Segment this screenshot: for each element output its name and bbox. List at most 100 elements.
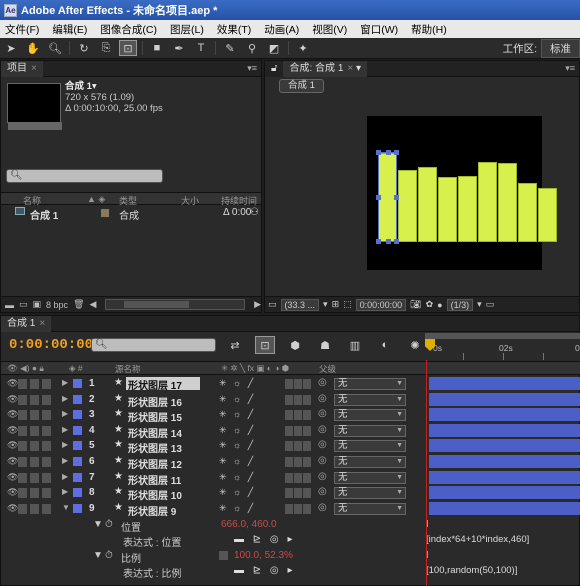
snapshot-icon[interactable]: 📷︎ (410, 299, 421, 310)
comp-mini-flowchart-icon[interactable]: ⇄ (225, 336, 245, 354)
label-color-swatch[interactable] (73, 379, 82, 388)
eye-icon[interactable]: 👁︎ (7, 487, 18, 498)
dropdown-icon[interactable]: ▾ (323, 299, 328, 310)
label-color-swatch[interactable] (73, 410, 82, 420)
parent-select[interactable]: 无 (334, 440, 406, 453)
transform-handle[interactable] (394, 239, 399, 244)
av-switch-boxes[interactable] (18, 394, 54, 405)
menu-help[interactable]: 帮助(H) (406, 22, 455, 37)
shape-layer-bar[interactable] (518, 183, 537, 242)
layer-switches[interactable]: ✳ ☼ ╱ (219, 440, 255, 451)
new-folder-icon[interactable]: ▭ (19, 299, 28, 310)
comp-info-name[interactable]: 合成 1▾ (65, 81, 163, 92)
text-icon[interactable]: T (192, 40, 210, 56)
selection-bounding-box[interactable] (376, 150, 399, 244)
brush-icon[interactable]: ✎ (221, 40, 239, 56)
live-update-icon[interactable]: ⊡ (255, 336, 275, 354)
layer-mode-boxes[interactable] (285, 441, 311, 452)
lock-icon[interactable]: 🔓︎ (265, 60, 284, 77)
eye-icon[interactable]: 👁︎ (7, 440, 18, 451)
menu-animation[interactable]: 动画(A) (259, 22, 307, 37)
label-color-swatch[interactable] (73, 457, 82, 466)
label-color-swatch[interactable] (73, 503, 82, 513)
menu-effect[interactable]: 效果(T) (212, 22, 259, 37)
tab-composition[interactable]: 合成: 合成 1 × ▾ (283, 60, 368, 77)
layer-row[interactable]: 👁︎ ▶ 5 ★ 形状图层 13 ✳ ☼ ╱ ◎ 无 (1, 438, 580, 455)
transform-handle[interactable] (394, 195, 399, 200)
workspace-select[interactable]: 标准 (541, 38, 580, 58)
layer-duration-bar[interactable] (429, 486, 580, 500)
collapse-triangle-icon[interactable]: ▶ (62, 440, 68, 449)
scale-value[interactable]: 100.0, 52.3% (234, 550, 293, 561)
eye-icon[interactable]: 👁︎ (7, 472, 18, 483)
expand-triangle-icon[interactable]: ▼ (93, 550, 103, 561)
new-comp-icon[interactable]: ▣ (33, 299, 42, 310)
parent-select[interactable]: 无 (334, 393, 406, 406)
pick-whip-icon[interactable]: ◎ (318, 502, 327, 513)
transform-handle[interactable] (376, 195, 381, 200)
camera-icon[interactable]: ⎘ (97, 40, 115, 56)
layer-mode-boxes[interactable] (285, 410, 311, 421)
layer-row[interactable]: 👁︎ ▶ 1 ★ 形状图层 17 ✳ ☼ ╱ ◎ 无 (1, 376, 580, 392)
time-ruler[interactable]: 0s 02s 0 (423, 333, 580, 361)
delete-icon[interactable]: 🗑︎ (73, 299, 84, 310)
layer-duration-bar[interactable] (429, 423, 580, 437)
frame-blending-icon[interactable]: ▥ (345, 336, 365, 354)
layer-mode-boxes[interactable] (285, 503, 311, 514)
av-switch-boxes[interactable] (18, 457, 54, 467)
tab-timeline[interactable]: 合成 1 × (1, 315, 52, 332)
brainstorm-icon[interactable]: ✺ (405, 336, 425, 354)
selection-icon[interactable]: ➤ (2, 40, 20, 56)
parent-select[interactable]: 无 (334, 471, 406, 484)
composition-canvas[interactable] (367, 116, 557, 270)
layer-row[interactable]: 👁︎ ▼ 9 ★ 形状图层 9 ✳ ☼ ╱ ◎ 无 (1, 501, 580, 518)
property-position[interactable]: ▼ ⏱︎ 位置 666.0, 460.0 I (1, 517, 580, 534)
draft-3d-icon[interactable]: ⬢ (285, 336, 305, 354)
stopwatch-icon[interactable]: ⏱︎ (105, 550, 113, 561)
work-area-bar[interactable] (425, 333, 580, 339)
puppet-pin-icon[interactable]: ✦ (294, 40, 312, 56)
layer-row[interactable]: 👁︎ ▶ 7 ★ 形状图层 11 ✳ ☼ ╱ ◎ 无 (1, 470, 580, 487)
parent-select[interactable]: 无 (334, 487, 406, 500)
pick-whip-icon[interactable]: ◎ (318, 486, 327, 497)
parent-select[interactable]: 无 (334, 424, 406, 437)
shape-layer-bar[interactable] (438, 177, 457, 242)
interpret-footage-icon[interactable]: ▬ (5, 300, 14, 310)
layer-row[interactable]: 👁︎ ▶ 6 ★ 形状图层 12 ✳ ☼ ╱ ◎ 无 (1, 454, 580, 471)
collapse-triangle-icon[interactable]: ▶ (62, 472, 68, 481)
transform-handle[interactable] (394, 150, 399, 155)
shy-layers-icon[interactable]: ☗ (315, 336, 335, 354)
menu-layer[interactable]: 图层(L) (165, 22, 212, 37)
layer-duration-bar[interactable] (429, 377, 580, 390)
shape-layer-bar[interactable] (498, 163, 517, 242)
label-color-swatch[interactable] (73, 394, 82, 404)
layer-mode-boxes[interactable] (285, 472, 311, 483)
layer-switches[interactable]: ✳ ☼ ╱ (219, 394, 255, 405)
comp-navigator-tab[interactable]: 合成 1 (279, 79, 324, 93)
layer-mode-boxes[interactable] (285, 379, 311, 389)
flowchart-icon[interactable]: ⚇ (250, 207, 259, 218)
collapse-triangle-icon[interactable]: ▶ (62, 378, 68, 387)
av-switch-boxes[interactable] (18, 441, 54, 452)
av-switch-boxes[interactable] (18, 425, 54, 436)
parent-select[interactable]: 无 (334, 502, 406, 515)
playhead-line[interactable] (426, 360, 427, 586)
parent-select[interactable]: 无 (334, 456, 406, 468)
parent-select[interactable]: 无 (334, 409, 406, 422)
layer-mode-boxes[interactable] (285, 457, 311, 467)
eraser-icon[interactable]: ◩ (265, 40, 283, 56)
collapse-triangle-icon[interactable]: ▶ (62, 425, 68, 434)
current-time-display[interactable]: 0:00:00:00 (9, 337, 93, 353)
av-switch-boxes[interactable] (18, 379, 54, 389)
layer-switches[interactable]: ✳ ☼ ╱ (219, 409, 255, 420)
label-color-swatch[interactable] (73, 425, 82, 435)
mask-toggle-icon[interactable]: ⬚ (343, 299, 352, 310)
tab-project[interactable]: 项目 × (1, 60, 43, 77)
layer-switches[interactable]: ✳ ☼ ╱ (219, 503, 255, 514)
pick-whip-icon[interactable]: ◎ (318, 455, 327, 466)
shape-layer-bar[interactable] (458, 176, 477, 242)
layer-duration-bar[interactable] (429, 408, 580, 422)
col-parent[interactable]: 父级 (319, 363, 336, 375)
av-switch-boxes[interactable] (18, 488, 54, 499)
show-channel-icon[interactable]: ✿ (426, 299, 434, 310)
